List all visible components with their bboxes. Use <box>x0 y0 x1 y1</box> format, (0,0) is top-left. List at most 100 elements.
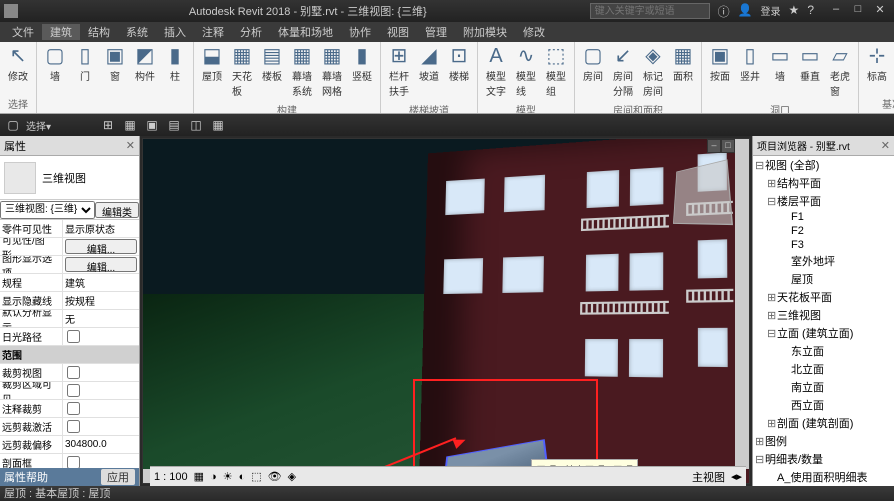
viewport-3d[interactable]: 屋顶 : 基本屋顶 : 屋顶 – □ ✕ <box>142 138 750 484</box>
prop-value[interactable]: 编辑... <box>62 238 139 255</box>
ribbon-竖井-button[interactable]: ▯竖井 <box>736 44 764 85</box>
tree-item-剖面 (建筑剖面)[interactable]: ⊞剖面 (建筑剖面) <box>753 414 894 432</box>
menu-协作[interactable]: 协作 <box>341 24 379 40</box>
panel-close-icon[interactable]: ✕ <box>881 139 890 152</box>
tree-toggle-icon[interactable]: ⊞ <box>767 417 777 430</box>
tree-item-图例[interactable]: ⊞图例 <box>753 432 894 450</box>
info-icon[interactable]: ⓘ <box>718 3 730 20</box>
qat-icon[interactable]: ⊞ <box>99 116 117 134</box>
menu-附加模块[interactable]: 附加模块 <box>455 24 515 40</box>
prop-value[interactable]: 无 <box>62 310 139 327</box>
tree-item-天花板平面[interactable]: ⊞天花板平面 <box>753 288 894 306</box>
scale-label[interactable]: 1 : 100 <box>154 471 188 483</box>
qat-icon[interactable]: ▣ <box>143 116 161 134</box>
panel-close-icon[interactable]: ✕ <box>126 139 135 152</box>
prop-value[interactable]: 按规程 <box>62 292 139 309</box>
minimize-button[interactable]: – <box>826 3 846 19</box>
prop-value[interactable]: 建筑 <box>62 274 139 291</box>
menu-分析[interactable]: 分析 <box>232 24 270 40</box>
tree-item-结构平面[interactable]: ⊞结构平面 <box>753 174 894 192</box>
maximize-button[interactable]: □ <box>848 3 868 19</box>
select-option-icon[interactable]: ▢ <box>4 116 22 134</box>
prop-value[interactable]: 编辑... <box>62 256 139 273</box>
tree-item-视图 (全部)[interactable]: ⊟视图 (全部) <box>753 156 894 174</box>
menu-结构[interactable]: 结构 <box>80 24 118 40</box>
prop-checkbox[interactable] <box>67 384 80 397</box>
tree-item-西立面[interactable]: 西立面 <box>753 396 894 414</box>
tree-toggle-icon[interactable]: ⊞ <box>755 435 765 448</box>
type-selector[interactable]: 三维视图 <box>0 156 139 200</box>
favorite-icon[interactable]: ★ <box>789 3 800 20</box>
menu-视图[interactable]: 视图 <box>379 24 417 40</box>
search-input[interactable] <box>590 3 710 19</box>
prop-value[interactable] <box>62 400 139 417</box>
ribbon-按面-button[interactable]: ▣按面 <box>706 44 734 85</box>
hide-icon[interactable]: 👁 <box>268 470 282 483</box>
tree-toggle-icon[interactable]: ⊞ <box>767 291 777 304</box>
tree-item-立面 (建筑立面)[interactable]: ⊟立面 (建筑立面) <box>753 324 894 342</box>
ribbon-楼板-button[interactable]: ▤楼板 <box>258 44 286 85</box>
tree-toggle-icon[interactable]: ⊟ <box>767 327 777 340</box>
prop-value[interactable] <box>62 382 139 399</box>
ribbon-墙-button[interactable]: ▢墙 <box>41 44 69 85</box>
reveal-icon[interactable]: ◈ <box>288 470 296 483</box>
ribbon-墙-button[interactable]: ▭墙 <box>766 44 794 85</box>
ribbon-标高-button[interactable]: ⊹标高 <box>863 44 891 85</box>
tree-toggle-icon[interactable]: ⊞ <box>767 177 777 190</box>
menu-管理[interactable]: 管理 <box>417 24 455 40</box>
ribbon-模型文字-button[interactable]: A模型文字 <box>482 44 510 100</box>
tree-item-F1[interactable]: F1 <box>753 210 894 224</box>
qat-icon[interactable]: ◫ <box>187 116 205 134</box>
props-help-label[interactable]: 属性帮助 <box>4 469 48 485</box>
qat-icon[interactable]: ▦ <box>121 116 139 134</box>
menu-修改[interactable]: 修改 <box>515 24 553 40</box>
ribbon-楼梯-button[interactable]: ⊡楼梯 <box>445 44 473 85</box>
ribbon-模型线-button[interactable]: ∿模型线 <box>512 44 540 100</box>
ribbon-构件-button[interactable]: ◩构件 <box>131 44 159 85</box>
prop-value[interactable]: 显示原状态 <box>62 220 139 237</box>
prop-value[interactable] <box>62 328 139 345</box>
ribbon-幕墙网格-button[interactable]: ▦幕墙网格 <box>318 44 346 100</box>
menu-注释[interactable]: 注释 <box>194 24 232 40</box>
scrollbar-vertical[interactable] <box>735 139 749 469</box>
qat-icon[interactable]: ▦ <box>209 116 227 134</box>
user-icon[interactable]: 👤 <box>738 3 753 20</box>
ribbon-天花板-button[interactable]: ▦天花板 <box>228 44 256 100</box>
tab-nav-icon[interactable]: ◂▸ <box>731 470 742 483</box>
apply-button[interactable]: 应用 <box>101 469 135 485</box>
ribbon-模型组-button[interactable]: ⬚模型组 <box>542 44 570 100</box>
prop-checkbox[interactable] <box>67 420 80 433</box>
tree-item-东立面[interactable]: 东立面 <box>753 342 894 360</box>
ribbon-标记房间-button[interactable]: ◈标记房间 <box>639 44 667 100</box>
menu-系统[interactable]: 系统 <box>118 24 156 40</box>
ribbon-窗-button[interactable]: ▣窗 <box>101 44 129 85</box>
tree-item-南立面[interactable]: 南立面 <box>753 378 894 396</box>
prop-checkbox[interactable] <box>67 402 80 415</box>
prop-checkbox[interactable] <box>67 330 80 343</box>
ribbon-幕墙系统-button[interactable]: ▦幕墙系统 <box>288 44 316 100</box>
ribbon-柱-button[interactable]: ▮柱 <box>161 44 189 85</box>
prop-checkbox[interactable] <box>67 366 80 379</box>
tree-item-F3[interactable]: F3 <box>753 238 894 252</box>
detail-icon[interactable]: ▦ <box>194 470 204 483</box>
prop-edit-button[interactable]: 编辑... <box>65 239 137 254</box>
tree-item-室外地坪[interactable]: 室外地坪 <box>753 252 894 270</box>
vp-minimize-icon[interactable]: – <box>708 140 720 152</box>
ribbon-面积-button[interactable]: ▦面积 <box>669 44 697 85</box>
tree-item-F2[interactable]: F2 <box>753 224 894 238</box>
visual-style-icon[interactable]: ◑ <box>210 471 217 483</box>
tree-toggle-icon[interactable]: ⊟ <box>755 453 765 466</box>
prop-value[interactable]: 304800.0 <box>62 436 139 453</box>
ribbon-栏杆扶手-button[interactable]: ⊞栏杆扶手 <box>385 44 413 100</box>
tree-item-A_使用面积明细表[interactable]: A_使用面积明细表 <box>753 468 894 486</box>
ribbon-房间分隔-button[interactable]: ↙房间分隔 <box>609 44 637 100</box>
crop-icon[interactable]: ⬚ <box>251 470 261 483</box>
prop-value[interactable] <box>62 364 139 381</box>
user-label[interactable]: 登录 <box>761 3 781 20</box>
edit-type-button[interactable]: 编辑类型 <box>95 202 139 218</box>
ribbon-门-button[interactable]: ▯门 <box>71 44 99 85</box>
ribbon-竖梃-button[interactable]: ▮竖梃 <box>348 44 376 85</box>
sun-icon[interactable]: ☀ <box>223 470 233 483</box>
prop-value[interactable] <box>62 454 139 468</box>
close-button[interactable]: ✕ <box>870 3 890 19</box>
